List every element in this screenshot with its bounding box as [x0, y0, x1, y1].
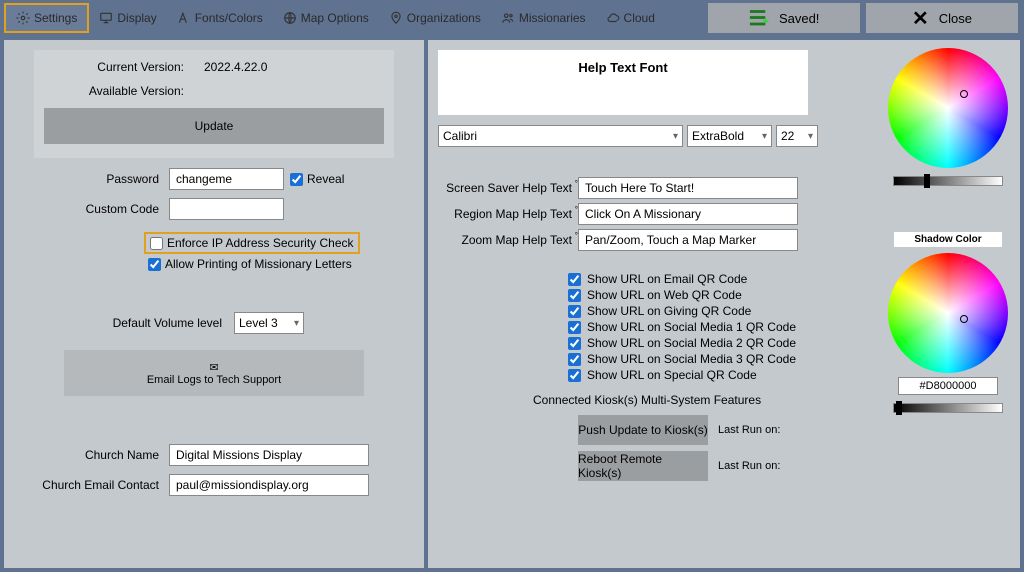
font-family-select[interactable]: Calibri▾ — [438, 125, 683, 147]
screen-saver-label: Screen Saver Help Text — [438, 181, 578, 195]
tab-label: Display — [117, 11, 156, 25]
allow-print-label: Allow Printing of Missionary Letters — [165, 257, 352, 271]
tab-display[interactable]: Display — [89, 3, 166, 33]
reveal-label: Reveal — [307, 172, 344, 186]
right-panel: Help Text Font Calibri▾ ExtraBold▾ 22▾ S… — [428, 40, 1020, 568]
enforce-ip-label: Enforce IP Address Security Check — [167, 236, 354, 250]
font-weight-select[interactable]: ExtraBold▾ — [687, 125, 772, 147]
pin-icon — [389, 11, 403, 25]
display-icon — [99, 11, 113, 25]
tab-missionaries[interactable]: Missionaries — [491, 3, 596, 33]
password-input[interactable] — [169, 168, 284, 190]
saved-button[interactable]: ☰+ Saved! — [708, 3, 860, 33]
cloud-icon — [606, 11, 620, 25]
shadow-brightness-slider[interactable] — [893, 403, 1003, 413]
color-marker[interactable] — [960, 315, 968, 323]
text-color-picker — [888, 48, 1008, 186]
qr-sm1-checkbox[interactable] — [568, 321, 581, 334]
help-font-title: Help Text Font — [578, 60, 667, 75]
mail-icon: ✉ — [209, 361, 218, 374]
reboot-kiosk-button[interactable]: Reboot Remote Kiosk(s) — [578, 451, 708, 481]
custom-code-input[interactable] — [169, 198, 284, 220]
qr-sm3-checkbox[interactable] — [568, 353, 581, 366]
zoom-map-label: Zoom Map Help Text — [438, 233, 578, 247]
font-size-select[interactable]: 22▾ — [776, 125, 818, 147]
tab-label: Fonts/Colors — [195, 11, 263, 25]
gear-icon — [16, 11, 30, 25]
chevron-down-icon: ▾ — [808, 131, 813, 142]
church-email-input[interactable] — [169, 474, 369, 496]
enforce-ip-checkbox[interactable] — [150, 237, 163, 250]
shadow-hex-input[interactable] — [898, 377, 998, 395]
text-brightness-slider[interactable] — [893, 176, 1003, 186]
volume-select[interactable]: Level 3▾ — [234, 312, 304, 334]
qr-sm2-checkbox[interactable] — [568, 337, 581, 350]
text-color-wheel[interactable] — [888, 48, 1008, 168]
shadow-color-picker: Shadow Color — [888, 232, 1008, 413]
region-map-input[interactable] — [578, 203, 798, 225]
tab-fonts[interactable]: Fonts/Colors — [167, 3, 273, 33]
chevron-down-icon: ▾ — [762, 131, 767, 142]
help-font-preview: Help Text Font — [438, 50, 808, 115]
top-actions: ☰+ Saved! ✕ Close — [708, 3, 1024, 33]
current-version-label: Current Version: — [44, 60, 204, 74]
password-label: Password — [14, 172, 169, 186]
shadow-color-label: Shadow Color — [894, 232, 1001, 247]
tab-label: Missionaries — [519, 11, 586, 25]
screen-saver-input[interactable] — [578, 177, 798, 199]
main-content: Current Version: 2022.4.22.0 Available V… — [0, 36, 1024, 572]
qr-special-checkbox[interactable] — [568, 369, 581, 382]
color-marker[interactable] — [960, 90, 968, 98]
top-bar: Settings Display Fonts/Colors Map Option… — [0, 0, 1024, 36]
allow-print-checkbox[interactable] — [148, 258, 161, 271]
qr-web-checkbox[interactable] — [568, 289, 581, 302]
chevron-down-icon: ▾ — [294, 318, 299, 329]
qr-email-checkbox[interactable] — [568, 273, 581, 286]
volume-label: Default Volume level — [14, 316, 234, 330]
tab-label: Cloud — [624, 11, 655, 25]
tab-map[interactable]: Map Options — [273, 3, 379, 33]
zoom-map-input[interactable] — [578, 229, 798, 251]
available-version-label: Available Version: — [44, 84, 204, 98]
push-update-button[interactable]: Push Update to Kiosk(s) — [578, 415, 708, 445]
email-logs-button[interactable]: ✉ Email Logs to Tech Support — [64, 350, 364, 396]
tab-settings[interactable]: Settings — [4, 3, 89, 33]
people-icon — [501, 11, 515, 25]
chevron-down-icon: ▾ — [673, 131, 678, 142]
current-version-value: 2022.4.22.0 — [204, 60, 267, 74]
church-name-input[interactable] — [169, 444, 369, 466]
left-panel: Current Version: 2022.4.22.0 Available V… — [4, 40, 424, 568]
tab-organizations[interactable]: Organizations — [379, 3, 491, 33]
close-icon: ✕ — [912, 6, 929, 31]
version-box: Current Version: 2022.4.22.0 Available V… — [34, 50, 394, 158]
fonts-icon — [177, 11, 191, 25]
region-map-label: Region Map Help Text — [438, 207, 578, 221]
close-button[interactable]: ✕ Close — [866, 3, 1018, 33]
push-last-run: Last Run on: — [718, 424, 780, 436]
shadow-color-wheel[interactable] — [888, 253, 1008, 373]
qr-giving-checkbox[interactable] — [568, 305, 581, 318]
church-email-label: Church Email Contact — [14, 478, 169, 492]
globe-icon — [283, 11, 297, 25]
tab-row: Settings Display Fonts/Colors Map Option… — [0, 3, 665, 33]
tab-label: Settings — [34, 11, 77, 25]
reboot-last-run: Last Run on: — [718, 460, 780, 472]
reveal-checkbox[interactable] — [290, 173, 303, 186]
tab-label: Map Options — [301, 11, 369, 25]
save-icon: ☰+ — [749, 6, 769, 31]
update-button[interactable]: Update — [44, 108, 384, 144]
tab-cloud[interactable]: Cloud — [596, 3, 665, 33]
church-name-label: Church Name — [14, 448, 169, 462]
tab-label: Organizations — [407, 11, 481, 25]
custom-code-label: Custom Code — [14, 202, 169, 216]
